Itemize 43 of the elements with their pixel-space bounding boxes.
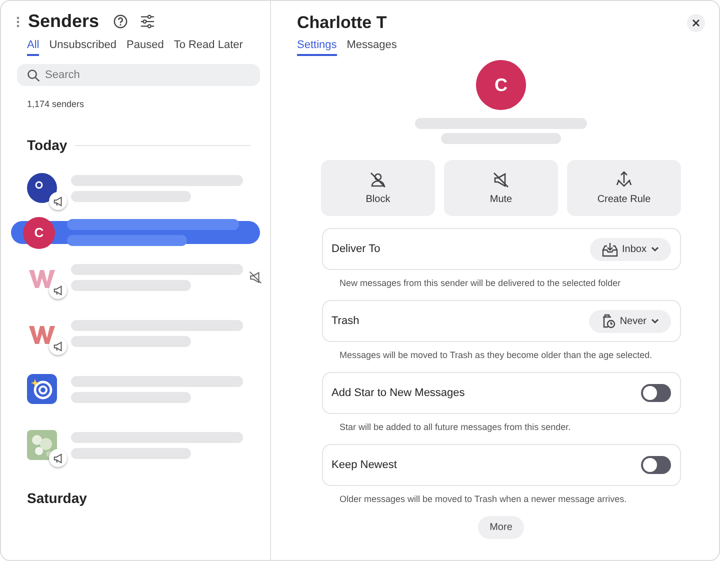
filter-tab[interactable]: All <box>27 39 40 56</box>
filter-tab[interactable]: Paused <box>126 39 164 56</box>
search-icon <box>27 69 40 82</box>
chevron-down-icon <box>650 318 658 324</box>
detail-tab[interactable]: Settings <box>297 39 337 56</box>
search-field[interactable]: Search <box>17 64 260 86</box>
filter-tab[interactable]: To Read Later <box>174 39 243 56</box>
avatar: C <box>23 216 55 248</box>
action-button[interactable]: Create Rule <box>567 160 681 216</box>
blocked-person-icon <box>369 171 387 189</box>
timer-trash-icon <box>600 313 616 329</box>
section-heading: Today <box>27 137 68 153</box>
setting-label: Deliver To <box>332 243 380 255</box>
close-button[interactable] <box>687 14 705 32</box>
action-button[interactable]: Block <box>321 160 435 216</box>
toggle-switch[interactable] <box>640 456 670 474</box>
toggle-switch[interactable] <box>640 384 670 402</box>
dropdown[interactable]: Inbox <box>590 238 670 260</box>
action-button[interactable]: Mute <box>444 160 558 216</box>
dropdown[interactable]: Never <box>588 310 670 332</box>
section-heading: Saturday <box>27 490 87 506</box>
sidebar-title: Senders <box>28 11 100 32</box>
setting-description: Star will be added to all future messages from this sender. <box>338 422 572 432</box>
mute-icon <box>492 171 510 189</box>
arrows-icon <box>615 171 633 189</box>
sender-count: 1,174 senders <box>26 99 86 109</box>
setting-label: Keep Newest <box>332 459 397 471</box>
close-icon <box>692 19 700 27</box>
setting-label: Add Star to New Messages <box>332 387 465 399</box>
avatar: C <box>476 60 526 110</box>
setting-description: Messages will be moved to Trash as they become older than the age selected. <box>338 350 654 360</box>
setting-label: Trash <box>332 315 360 327</box>
filter-sliders-icon[interactable] <box>140 14 156 29</box>
setting-description: New messages from this sender will be delivered to the selected folder <box>338 278 622 288</box>
help-icon[interactable] <box>113 14 128 29</box>
chevron-down-icon <box>650 246 658 252</box>
more-button[interactable]: More <box>478 516 524 539</box>
setting-description: Older messages will be moved to Trash when a newer message arrives. <box>338 494 628 504</box>
detail-tab[interactable]: Messages <box>346 39 397 56</box>
drag-handle-icon[interactable] <box>16 16 20 28</box>
sender-name: Charlotte T <box>297 13 387 33</box>
filter-tab[interactable]: Unsubscribed <box>49 39 116 56</box>
inbox-icon <box>602 242 618 256</box>
